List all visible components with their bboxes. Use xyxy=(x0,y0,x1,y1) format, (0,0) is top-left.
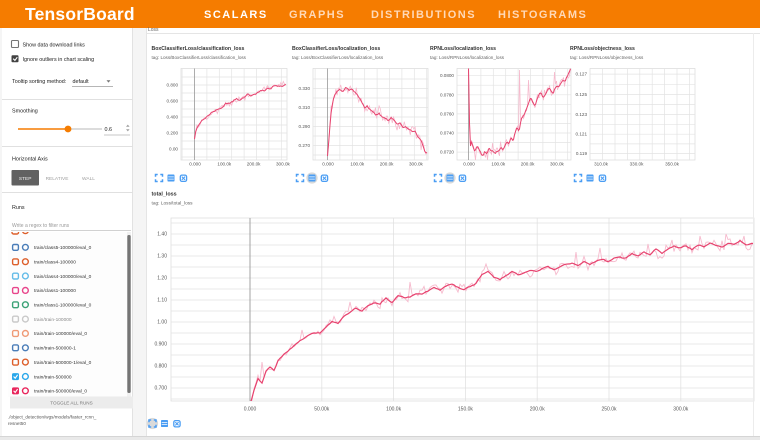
svg-text:0.0760: 0.0760 xyxy=(440,111,454,116)
svg-text:0.0780: 0.0780 xyxy=(440,92,454,97)
svg-text:0.000: 0.000 xyxy=(463,162,475,167)
svg-text:0.0720: 0.0720 xyxy=(440,150,454,155)
svg-text:train/class4-100000/eval_0: train/class4-100000/eval_0 xyxy=(34,274,92,280)
svg-text:BoxClassifierLoss/classificati: BoxClassifierLoss/classification_loss xyxy=(152,46,245,52)
svg-text:1.00: 1.00 xyxy=(157,320,167,326)
svg-text:0.290: 0.290 xyxy=(299,124,311,129)
svg-text:train/train-100000: train/train-100000 xyxy=(34,317,72,323)
svg-text:Write a regex to filter runs: Write a regex to filter runs xyxy=(12,223,70,229)
svg-text:0.00: 0.00 xyxy=(169,147,178,152)
svg-text:0.119: 0.119 xyxy=(576,151,588,156)
svg-text:200.0k: 200.0k xyxy=(380,162,394,167)
svg-text:300.0k: 300.0k xyxy=(673,407,689,413)
svg-text:tag: Loss/total_loss: tag: Loss/total_loss xyxy=(152,201,194,207)
svg-text:total_loss: total_loss xyxy=(152,192,177,198)
svg-text:train/train-100000/eval_0: train/train-100000/eval_0 xyxy=(34,331,87,337)
svg-text:tag: Loss/RPNLoss/objectness_l: tag: Loss/RPNLoss/objectness_loss xyxy=(570,55,644,60)
svg-text:Show data download links: Show data download links xyxy=(23,43,86,49)
svg-text:0.330: 0.330 xyxy=(299,86,311,91)
svg-text:train/class4-100000: train/class4-100000 xyxy=(34,260,76,266)
svg-text:200.0k: 200.0k xyxy=(530,407,546,413)
svg-text:0.123: 0.123 xyxy=(576,112,588,117)
svg-text:Runs: Runs xyxy=(12,205,25,211)
svg-text:WALL: WALL xyxy=(82,176,95,182)
svg-text:STEP: STEP xyxy=(19,176,32,182)
svg-text:tag: Loss/BoxClassifierLoss/cl: tag: Loss/BoxClassifierLoss/classificati… xyxy=(152,55,247,60)
svg-text:100.0k: 100.0k xyxy=(350,162,364,167)
svg-text:300.0k: 300.0k xyxy=(550,162,564,167)
svg-text:150.0k: 150.0k xyxy=(458,407,474,413)
svg-text:RPNLoss/localization_loss: RPNLoss/localization_loss xyxy=(430,46,496,52)
svg-text:100.0k: 100.0k xyxy=(386,407,402,413)
svg-text:tag: Loss/BoxClassifierLoss/lo: tag: Loss/BoxClassifierLoss/localization… xyxy=(292,55,384,60)
svg-text:tag: Loss/RPNLoss/localization: tag: Loss/RPNLoss/localization_loss xyxy=(430,55,505,60)
svg-text:1.10: 1.10 xyxy=(157,298,167,304)
svg-text:0.200: 0.200 xyxy=(167,131,179,136)
svg-text:50.00k: 50.00k xyxy=(314,407,330,413)
svg-text:350.0k: 350.0k xyxy=(665,162,679,167)
svg-text:0.000: 0.000 xyxy=(244,407,257,413)
svg-text:Smoothing: Smoothing xyxy=(12,109,38,115)
svg-text:0.400: 0.400 xyxy=(167,115,179,120)
svg-text:300.0k: 300.0k xyxy=(276,162,290,167)
svg-text:0.600: 0.600 xyxy=(167,99,179,104)
svg-text:./object_detection/wgs/models/: ./object_detection/wgs/models/faster_rcn… xyxy=(8,415,97,420)
svg-text:200.0k: 200.0k xyxy=(521,162,535,167)
svg-text:Horizontal Axis: Horizontal Axis xyxy=(12,157,48,163)
svg-text:TOGGLE ALL RUNS: TOGGLE ALL RUNS xyxy=(50,401,92,406)
svg-text:100.0k: 100.0k xyxy=(217,162,231,167)
svg-text:300.0k: 300.0k xyxy=(409,162,423,167)
svg-text:0.000: 0.000 xyxy=(322,162,334,167)
svg-text:1.20: 1.20 xyxy=(157,276,167,282)
svg-text:0.121: 0.121 xyxy=(576,132,588,137)
svg-text:0.0740: 0.0740 xyxy=(440,131,454,136)
svg-text:0.270: 0.270 xyxy=(299,143,311,148)
svg-text:200.0k: 200.0k xyxy=(247,162,261,167)
svg-text:1.40: 1.40 xyxy=(157,232,167,238)
svg-text:train/class1-100000: train/class1-100000 xyxy=(34,288,76,294)
svg-text:100.0k: 100.0k xyxy=(491,162,505,167)
svg-text:train/train-500000-1: train/train-500000-1 xyxy=(34,346,76,352)
svg-text:RPNLoss/objectness_loss: RPNLoss/objectness_loss xyxy=(570,46,635,52)
svg-text:0.125: 0.125 xyxy=(576,92,588,97)
svg-text:train/train-500000: train/train-500000 xyxy=(34,374,72,380)
svg-text:0.700: 0.700 xyxy=(154,386,167,392)
svg-text:1.30: 1.30 xyxy=(157,254,167,260)
svg-text:Ignore outliers in chart scali: Ignore outliers in chart scaling xyxy=(23,57,95,63)
svg-text:resnet50: resnet50 xyxy=(8,421,26,426)
svg-text:250.0k: 250.0k xyxy=(601,407,617,413)
svg-text:0.127: 0.127 xyxy=(576,72,588,77)
svg-text:BoxClassifierLoss/localization: BoxClassifierLoss/localization_loss xyxy=(292,46,380,52)
svg-text:330.0k: 330.0k xyxy=(630,162,644,167)
svg-text:0.0800: 0.0800 xyxy=(440,73,454,78)
svg-text:0.6: 0.6 xyxy=(105,127,113,133)
svg-text:train/train-500000-1/eval_0: train/train-500000-1/eval_0 xyxy=(34,360,92,366)
svg-text:train/class1-100000/eval_0: train/class1-100000/eval_0 xyxy=(34,303,92,309)
svg-text:0.310: 0.310 xyxy=(299,105,311,110)
svg-text:0.800: 0.800 xyxy=(154,364,167,370)
svg-text:RELATIVE: RELATIVE xyxy=(46,176,69,182)
svg-text:0.000: 0.000 xyxy=(189,162,201,167)
svg-text:0.900: 0.900 xyxy=(154,342,167,348)
svg-text:default: default xyxy=(73,79,90,85)
svg-text:train/class5-100000/eval_0: train/class5-100000/eval_0 xyxy=(34,245,92,251)
svg-text:train/train-500000/eval_0: train/train-500000/eval_0 xyxy=(34,389,87,395)
svg-text:0.800: 0.800 xyxy=(167,83,179,88)
svg-text:310.0k: 310.0k xyxy=(594,162,608,167)
svg-text:Tooltip sorting method:: Tooltip sorting method: xyxy=(12,79,66,85)
